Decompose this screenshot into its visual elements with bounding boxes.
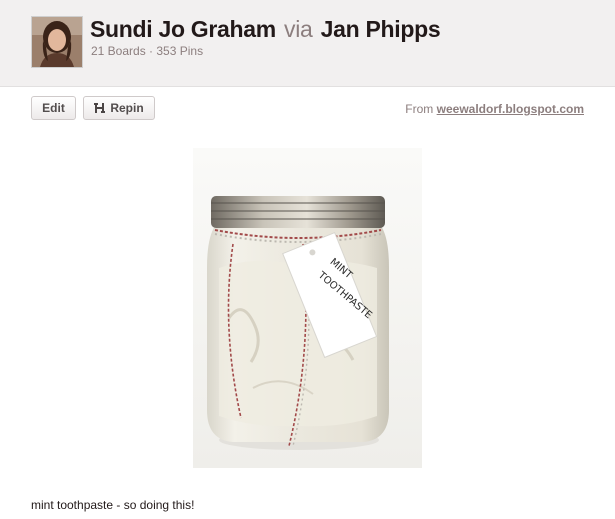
pinner-name[interactable]: Sundi Jo Graham	[90, 16, 276, 42]
pin-header: Sundi Jo Graham via Jan Phipps 21 Boards…	[0, 0, 615, 87]
avatar[interactable]	[31, 16, 83, 68]
edit-button-label: Edit	[42, 101, 65, 115]
via-user-name[interactable]: Jan Phipps	[321, 16, 441, 42]
source-link[interactable]: weewaldorf.blogspot.com	[437, 102, 584, 116]
repin-button[interactable]: Repin	[83, 96, 155, 120]
via-text: via	[284, 16, 313, 42]
repin-icon	[94, 103, 106, 113]
pin-title: Sundi Jo Graham via Jan Phipps	[90, 16, 441, 43]
avatar-photo	[32, 17, 82, 67]
pin-source: From weewaldorf.blogspot.com	[405, 102, 584, 116]
repin-button-label: Repin	[110, 101, 144, 115]
mason-jar-photo: MINT TOOTHPASTE	[193, 148, 422, 468]
pinner-stats: 21 Boards · 353 Pins	[91, 44, 204, 58]
source-prefix: From	[405, 102, 434, 116]
edit-button[interactable]: Edit	[31, 96, 76, 120]
pin-image[interactable]: MINT TOOTHPASTE	[193, 148, 422, 468]
pin-description: mint toothpaste - so doing this!	[31, 498, 195, 512]
